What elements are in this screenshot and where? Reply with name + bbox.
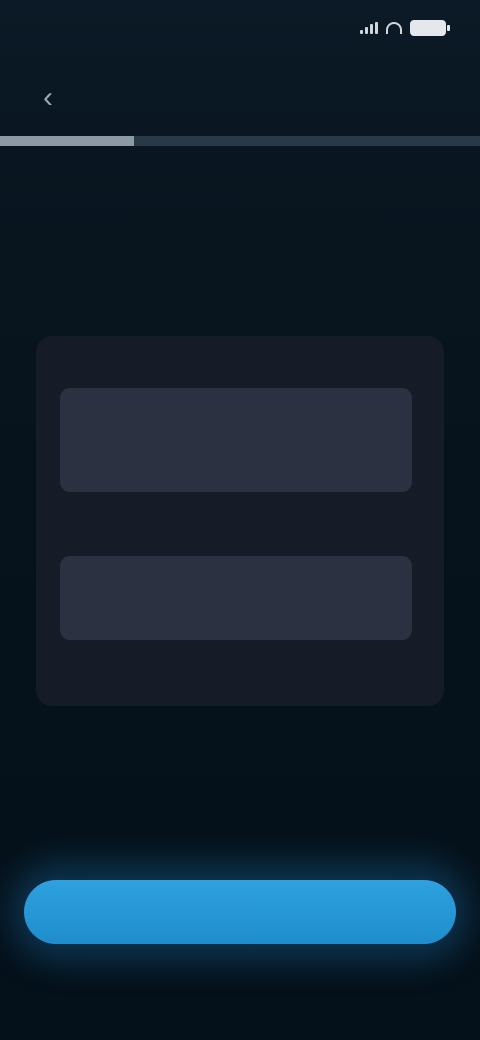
- chevron-left-icon: ‹: [43, 81, 53, 114]
- battery-icon: [410, 20, 450, 36]
- app-screen: ‹: [0, 0, 480, 1040]
- status-bar: [0, 0, 480, 64]
- status-time: [38, 20, 128, 40]
- continue-button[interactable]: [24, 880, 456, 944]
- form-card: [36, 336, 444, 706]
- progress-fill: [0, 136, 135, 146]
- field2-input[interactable]: [60, 556, 412, 640]
- progress-bar: [0, 136, 480, 146]
- back-button[interactable]: ‹: [28, 82, 68, 114]
- field1-input[interactable]: [60, 388, 412, 492]
- status-icons: [360, 20, 450, 36]
- wifi-icon: [386, 22, 402, 34]
- signal-icon: [360, 22, 378, 34]
- nav-bar: ‹: [0, 68, 480, 128]
